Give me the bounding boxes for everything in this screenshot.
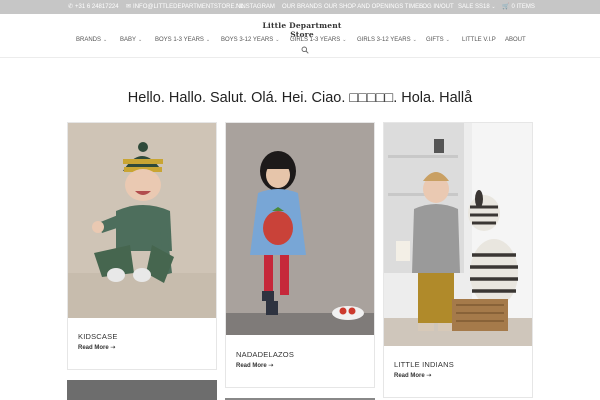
sale-label: SALE SS18	[458, 4, 490, 10]
instagram-icon: f	[236, 4, 238, 10]
phone-number: +31 6 24817224	[75, 4, 119, 10]
product-card-little-indians[interactable]: LITTLE INDIANS Read More ➝	[383, 122, 533, 398]
chevron-down-icon: ⌄	[138, 37, 143, 43]
our-brands-link[interactable]: OUR BRANDS	[282, 3, 322, 11]
nav-girls-1-3[interactable]: GIRLS 1-3 YEARS ⌄	[290, 37, 346, 43]
read-more-link[interactable]: Read More ➝	[236, 362, 273, 369]
nav-about[interactable]: ABOUT	[505, 37, 526, 43]
search-icon[interactable]	[301, 46, 309, 54]
nav-baby[interactable]: BABY ⌄	[120, 37, 142, 43]
nav-brands-label: BRANDS	[76, 37, 102, 43]
chevron-down-icon: ⌄	[491, 4, 496, 10]
little-indians-image[interactable]	[384, 123, 532, 346]
top-bar: ✆ +31 6 24817224 ✉ INFO@LITTLEDEPARTMENTST…	[0, 0, 600, 14]
phone-text[interactable]: ✆ +31 6 24817224	[68, 3, 119, 11]
chevron-down-icon: ⌄	[275, 37, 280, 43]
chevron-down-icon: ⌄	[342, 37, 347, 43]
product-card-kidscase[interactable]: KIDSCASE Read More ➝	[67, 122, 217, 370]
login-link[interactable]: LOG IN/OUT	[419, 3, 454, 11]
sale-link[interactable]: SALE SS18 ⌄	[458, 3, 496, 11]
email-address: INFO@LITTLEDEPARTMENTSTORE.NL	[133, 4, 244, 10]
nav-girls-3-12[interactable]: GIRLS 3-12 YEARS ⌄	[357, 37, 417, 43]
chevron-down-icon: ⌄	[412, 37, 417, 43]
chevron-down-icon: ⌄	[103, 37, 108, 43]
cart-icon: 🛒	[502, 4, 510, 10]
card-title[interactable]: LITTLE INDIANS	[394, 360, 454, 369]
card-title[interactable]: KIDSCASE	[78, 332, 118, 341]
card-title[interactable]: NADADELAZOS	[236, 350, 294, 359]
read-more-link[interactable]: Read More ➝	[394, 372, 431, 379]
nav-boys-1-3-label: BOYS 1-3 YEARS	[155, 37, 204, 43]
email-link[interactable]: ✉ INFO@LITTLEDEPARTMENTSTORE.NL	[126, 3, 244, 11]
product-card-nadadelazos[interactable]: NADADELAZOS Read More ➝	[225, 122, 375, 388]
nav-boys-3-12[interactable]: BOYS 3-12 YEARS ⌄	[221, 37, 279, 43]
nav-boys-1-3[interactable]: BOYS 1-3 YEARS ⌄	[155, 37, 210, 43]
next-card-image[interactable]	[67, 380, 217, 400]
instagram-label: INSTAGRAM	[239, 4, 275, 10]
nav-boys-3-12-label: BOYS 3-12 YEARS	[221, 37, 274, 43]
nav-gifts[interactable]: GIFTS ⌄	[426, 37, 450, 43]
chevron-down-icon: ⌄	[205, 37, 211, 43]
kidscase-image[interactable]	[68, 123, 216, 318]
nav-girls-3-12-label: GIRLS 3-12 YEARS	[357, 37, 411, 43]
nav-little-vip[interactable]: LITTLE V.I.P	[462, 37, 496, 43]
greeting-heading: Hello. Hallo. Salut. Olá. Hei. Ciao. □□□…	[127, 90, 473, 106]
read-more-link[interactable]: Read More ➝	[78, 344, 115, 351]
site-header: Little Department Store BRANDS ⌄ BABY ⌄ BO…	[0, 14, 600, 58]
nav-gifts-label: GIFTS	[426, 37, 444, 43]
chevron-down-icon: ⌄	[445, 37, 450, 43]
nav-girls-1-3-label: GIRLS 1-3 YEARS	[290, 37, 341, 43]
instagram-link[interactable]: f INSTAGRAM	[236, 3, 275, 11]
nav-brands[interactable]: BRANDS ⌄	[76, 37, 107, 43]
phone-icon: ✆	[68, 4, 74, 10]
mail-icon: ✉	[126, 4, 132, 10]
shop-times-link[interactable]: OUR SHOP AND OPENINGS TIMES	[324, 3, 423, 11]
nadadelazos-image[interactable]	[226, 123, 374, 335]
cart-link[interactable]: 🛒 0 ITEMS	[502, 3, 535, 11]
nav-baby-label: BABY	[120, 37, 137, 43]
cart-count: 0 ITEMS	[511, 4, 535, 10]
